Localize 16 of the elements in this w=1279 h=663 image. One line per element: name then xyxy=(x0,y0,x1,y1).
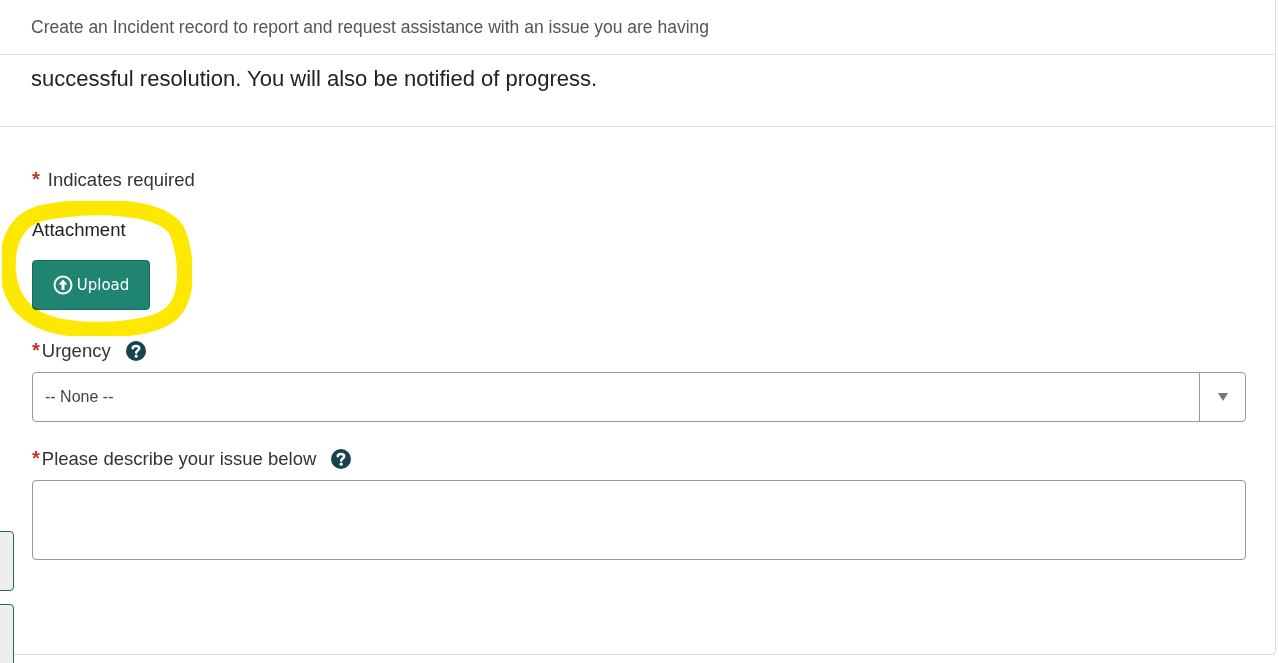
description-text: successful resolution. You will also be notified of progress. xyxy=(31,66,599,92)
caret-icon xyxy=(1217,393,1228,401)
required-note: Indicates required xyxy=(47,169,195,191)
required-asterisk: * xyxy=(32,340,40,360)
field-label: Urgency xyxy=(41,340,111,362)
attachment-label: Attachment xyxy=(32,219,126,241)
required-asterisk: * xyxy=(32,169,40,189)
urgency-select[interactable]: -- None -- xyxy=(32,372,1246,422)
upload-icon xyxy=(52,275,73,295)
upload-button[interactable]: Upload xyxy=(32,260,150,310)
issue-text-area[interactable] xyxy=(32,480,1246,560)
help-icon[interactable] xyxy=(124,340,147,362)
required-asterisk: * xyxy=(32,448,40,468)
field-label: Please describe your issue below xyxy=(41,448,317,470)
header-title: Create an Incident record to report and request assistance with an issue you are having xyxy=(31,16,710,38)
help-icon[interactable] xyxy=(330,448,353,470)
